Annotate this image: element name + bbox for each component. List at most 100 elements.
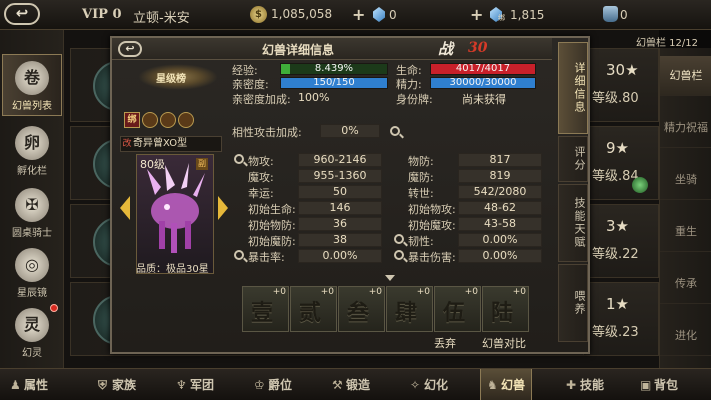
nav-legion[interactable]: ♆ 军团 <box>176 369 214 400</box>
pet-level: 等级.80 <box>592 91 639 106</box>
attributes-icon: ♟ <box>10 378 21 392</box>
next-pet-arrow-icon[interactable] <box>218 196 228 220</box>
equip-slot[interactable]: 陆 +0 <box>482 286 529 332</box>
intimacy-bar: 150/150 <box>280 77 388 89</box>
pet-creature-image <box>147 163 205 253</box>
sparkle-icon: ✧ <box>410 378 421 392</box>
nav-backpack[interactable]: ▣ 背包 <box>640 369 678 400</box>
nav-family[interactable]: ⛨ 家族 <box>98 369 136 400</box>
tab-rebirth[interactable]: 重生 <box>660 212 711 252</box>
stat-value: 0.00% <box>298 249 382 263</box>
equip-slot[interactable]: 壹 +0 <box>242 286 289 332</box>
skill-tag-icon[interactable]: 绑 <box>124 112 140 128</box>
list-item[interactable]: 30★ 等级.80 <box>583 48 659 122</box>
stat-label: 暴击伤害: <box>408 251 456 264</box>
bound-gem-amount: 1,815 <box>510 8 545 22</box>
stat-label: 幸运: <box>248 187 274 200</box>
tab-detail-info[interactable]: 详细信息 <box>558 42 588 134</box>
sidebar-item-hatch[interactable]: 卵 孵化栏 <box>2 120 62 182</box>
slot-plus: +0 <box>320 287 334 297</box>
dialog-title: 幻兽详细信息 <box>262 43 335 57</box>
sidebar-item-star-mirror[interactable]: ◎ 星辰镜 <box>2 242 62 304</box>
tab-feed[interactable]: 喂养 <box>558 264 588 342</box>
vip-level: VIP 0 <box>82 7 122 22</box>
life-bar: 4017/4017 <box>430 63 536 75</box>
dialog-title-bar: ↩ 幻兽详细信息 战 30 <box>112 38 552 60</box>
prev-pet-arrow-icon[interactable] <box>120 196 130 220</box>
slot-char: 肆 <box>395 300 418 326</box>
scroll-icon: 卷 <box>15 61 49 95</box>
search-icon[interactable] <box>234 250 244 260</box>
stat-value: 0.00% <box>458 249 542 263</box>
tab-inherit[interactable]: 传承 <box>660 264 711 304</box>
search-icon[interactable] <box>390 126 400 136</box>
discard-button[interactable]: 丢弃 <box>434 335 456 351</box>
stat-value: 36 <box>298 217 382 231</box>
stat-value: 50 <box>298 185 382 199</box>
tab-mount[interactable]: 坐骑 <box>660 160 711 200</box>
tab-evolve[interactable]: 进化 <box>660 316 711 356</box>
earth-skill-icon[interactable] <box>160 112 176 128</box>
back-button[interactable]: ↩ <box>4 3 40 25</box>
sidebar-item-pet-list[interactable]: 卷 幻兽列表 <box>2 54 62 116</box>
tab-energy-blessing[interactable]: 精力祝福 <box>660 108 711 148</box>
nav-skills[interactable]: ✚ 技能 <box>566 369 604 400</box>
add-gems-button[interactable]: + <box>352 7 365 23</box>
nav-nobility[interactable]: ♔ 爵位 <box>254 369 292 400</box>
identity-label: 身份牌: <box>396 93 433 106</box>
nav-forge[interactable]: ⚒ 锻造 <box>332 369 370 400</box>
stat-label: 物防: <box>408 155 434 168</box>
pet-name: 奇异曾XO型 <box>133 138 188 149</box>
nav-pets[interactable]: ♞ 幻兽 <box>480 369 533 400</box>
stat-value: 146 <box>298 201 382 215</box>
exp-bar: 8.439% <box>280 63 388 75</box>
sidebar-item-round-table[interactable]: ✠ 圆桌骑士 <box>2 182 62 244</box>
equip-slot[interactable]: 贰 +0 <box>290 286 337 332</box>
sidebar-item-label: 圆桌骑士 <box>12 228 52 239</box>
pet-list-right-column: 30★ 等级.80 9★ 等级.84 3★ 等级.22 1★ 等级.23 <box>583 48 659 368</box>
dialog-back-button[interactable]: ↩ <box>118 41 142 57</box>
grade-emblem[interactable]: 星级榜 <box>138 64 218 90</box>
nav-label: 爵位 <box>268 378 293 392</box>
search-icon[interactable] <box>394 234 404 244</box>
list-item[interactable]: 9★ 等级.84 <box>583 126 659 200</box>
sidebar-item-label: 孵化栏 <box>17 166 47 177</box>
wind-skill-icon[interactable] <box>178 112 194 128</box>
compare-button[interactable]: 幻兽对比 <box>482 335 526 351</box>
search-icon[interactable] <box>234 154 244 164</box>
nav-attributes[interactable]: ♟ 属性 <box>10 369 48 400</box>
add-bound-gems-button[interactable]: + <box>470 7 483 23</box>
life-value: 4017/4017 <box>455 63 511 74</box>
notification-dot <box>50 304 58 312</box>
cross-icon: ✠ <box>15 188 49 222</box>
nav-label: 属性 <box>24 378 49 392</box>
rename-tag[interactable]: 改 <box>121 137 133 151</box>
equip-slot[interactable]: 肆 +0 <box>386 286 433 332</box>
tab-score[interactable]: 评分 <box>558 136 588 182</box>
sidebar-item-spirit[interactable]: 灵 幻灵 <box>2 302 62 364</box>
tab-pet-slots[interactable]: 幻兽栏 <box>660 56 711 96</box>
equip-slot[interactable]: 伍 +0 <box>434 286 481 332</box>
player-name: 立顿-米安 <box>133 11 190 26</box>
pet-stars: 3★ <box>606 217 629 235</box>
nav-transform[interactable]: ✧ 幻化 <box>410 369 448 400</box>
tab-skill-talent[interactable]: 技能天赋 <box>558 184 588 262</box>
stat-label: 暴击率: <box>248 251 285 264</box>
stat-label: 初始魔攻: <box>408 219 456 232</box>
list-item[interactable]: 3★ 等级.22 <box>583 204 659 278</box>
list-item[interactable]: 1★ 等级.23 <box>583 282 659 356</box>
nav-label: 军团 <box>190 378 215 392</box>
energy-value: 30000/30000 <box>449 77 517 88</box>
stat-label: 魔防: <box>408 171 434 184</box>
fire-skill-icon[interactable] <box>142 112 158 128</box>
expand-arrow-icon[interactable] <box>385 275 395 281</box>
combat-value: 30 <box>468 40 488 56</box>
equip-slot[interactable]: 叁 +0 <box>338 286 385 332</box>
search-icon[interactable] <box>394 250 404 260</box>
top-bar: ↩ VIP 0 立顿-米安 $ 1,085,058 + 0 + 绑 1,815 … <box>0 0 711 30</box>
spirit-icon: 灵 <box>15 308 49 342</box>
pet-portrait <box>136 154 214 274</box>
stat-label: 初始魔防: <box>248 235 296 248</box>
nav-label: 家族 <box>112 378 137 392</box>
nav-label: 幻化 <box>424 378 449 392</box>
